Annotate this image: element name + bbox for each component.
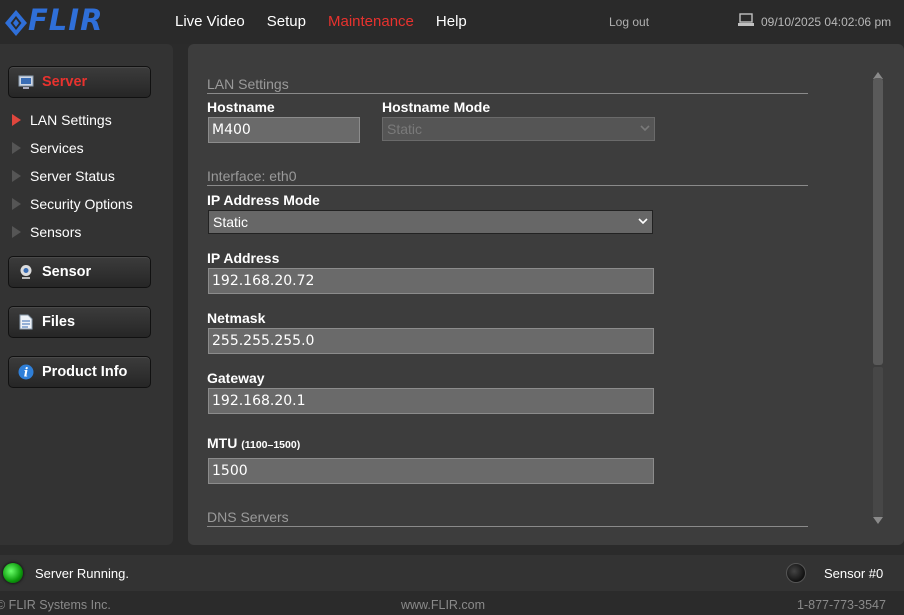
- mtu-label-text: MTU: [207, 435, 238, 451]
- lan-settings-panel: LAN Settings Hostname M400 Hostname Mode…: [188, 44, 904, 545]
- sidebar: Server LAN Settings Services Server Stat…: [0, 44, 173, 545]
- flir-logo[interactable]: FLIR: [4, 3, 104, 37]
- sidebar-button-sensor-label: Sensor: [42, 264, 92, 280]
- nav-maintenance[interactable]: Maintenance: [328, 13, 414, 30]
- gateway-input[interactable]: 192.168.20.1: [208, 388, 654, 414]
- nav-setup[interactable]: Setup: [267, 13, 306, 30]
- netmask-input[interactable]: 255.255.255.0: [208, 328, 654, 354]
- datetime-display: 09/10/2025 04:02:06 pm: [737, 13, 891, 30]
- sidebar-button-server[interactable]: Server: [8, 66, 151, 98]
- info-icon: i: [18, 364, 34, 380]
- footer: © FLIR Systems Inc. www.FLIR.com 1-877-7…: [0, 596, 904, 615]
- scrollbar-thumb[interactable]: [873, 78, 883, 365]
- hostname-label: Hostname: [207, 99, 275, 115]
- nav-help[interactable]: Help: [436, 13, 467, 30]
- webcam-icon: [18, 264, 34, 280]
- sidebar-button-product-info[interactable]: i Product Info: [8, 356, 151, 388]
- status-bar: Server Running. Sensor #0: [0, 555, 904, 591]
- ip-address-input[interactable]: 192.168.20.72: [208, 268, 654, 294]
- mtu-label: MTU (1100–1500): [207, 435, 300, 451]
- sidebar-item-label: Services: [30, 140, 84, 156]
- footer-website-link[interactable]: www.FLIR.com: [401, 598, 485, 612]
- section-title-interface: Interface: eth0: [207, 168, 808, 186]
- hostname-mode-value: Static: [387, 121, 423, 137]
- arrow-right-icon: [12, 198, 21, 210]
- sidebar-item-services[interactable]: Services: [12, 140, 84, 156]
- hostname-mode-label: Hostname Mode: [382, 99, 491, 115]
- netmask-label: Netmask: [207, 310, 266, 326]
- server-status-text: Server Running.: [35, 566, 129, 581]
- sidebar-button-sensor[interactable]: Sensor: [8, 256, 151, 288]
- main-nav: Live Video Setup Maintenance Help: [175, 13, 489, 30]
- svg-text:i: i: [24, 366, 29, 380]
- sensor-status-led-icon: [786, 563, 806, 583]
- document-icon: [18, 314, 34, 330]
- sensor-status-text: Sensor #0: [824, 566, 884, 581]
- scrollbar[interactable]: [873, 72, 883, 527]
- sidebar-button-files[interactable]: Files: [8, 306, 151, 338]
- flir-logo-text: FLIR: [28, 3, 104, 37]
- ip-mode-label: IP Address Mode: [207, 192, 320, 208]
- hostname-input[interactable]: M400: [208, 117, 360, 143]
- sidebar-button-server-label: Server: [42, 74, 88, 90]
- mtu-input[interactable]: 1500: [208, 458, 654, 484]
- arrow-right-icon: [12, 226, 21, 238]
- logout-link[interactable]: Log out: [609, 15, 649, 29]
- section-title-dns-servers: DNS Servers: [207, 509, 808, 527]
- datetime-text: 09/10/2025 04:02:06 pm: [761, 14, 892, 29]
- server-status-led-icon: [3, 563, 23, 583]
- ip-mode-select[interactable]: Static: [208, 210, 653, 234]
- sidebar-item-label: Server Status: [30, 168, 115, 184]
- sidebar-item-security-options[interactable]: Security Options: [12, 196, 133, 212]
- sidebar-item-label: Sensors: [30, 224, 82, 240]
- sidebar-item-lan-settings[interactable]: LAN Settings: [12, 112, 112, 128]
- top-bar: FLIR Live Video Setup Maintenance Help L…: [0, 0, 904, 44]
- chevron-down-icon: [640, 124, 650, 135]
- arrow-right-icon: [12, 114, 21, 126]
- sidebar-item-label: LAN Settings: [30, 112, 112, 128]
- monitor-icon: [18, 74, 34, 90]
- chevron-down-icon: [638, 217, 648, 228]
- sidebar-item-label: Security Options: [30, 196, 133, 212]
- hostname-mode-select[interactable]: Static: [382, 117, 655, 141]
- gateway-label: Gateway: [207, 370, 265, 386]
- scrollbar-track[interactable]: [873, 367, 883, 517]
- mtu-range-text: (1100–1500): [241, 439, 301, 451]
- sidebar-button-product-info-label: Product Info: [42, 364, 128, 380]
- section-title-lan-settings: LAN Settings: [207, 76, 808, 94]
- nav-live-video[interactable]: Live Video: [175, 13, 245, 30]
- sidebar-item-server-status[interactable]: Server Status: [12, 168, 115, 184]
- footer-phone: 1-877-773-3547: [797, 598, 886, 612]
- footer-copyright: © FLIR Systems Inc.: [0, 598, 111, 612]
- sidebar-item-sensors[interactable]: Sensors: [12, 224, 81, 240]
- arrow-right-icon: [12, 170, 21, 182]
- ip-address-label: IP Address: [207, 250, 280, 266]
- laptop-icon: [737, 13, 761, 30]
- scroll-down-arrow-icon[interactable]: [873, 517, 883, 524]
- arrow-right-icon: [12, 142, 21, 154]
- sidebar-button-files-label: Files: [42, 314, 76, 330]
- ip-mode-value: Static: [213, 214, 249, 230]
- flir-diamond-icon: [4, 9, 27, 36]
